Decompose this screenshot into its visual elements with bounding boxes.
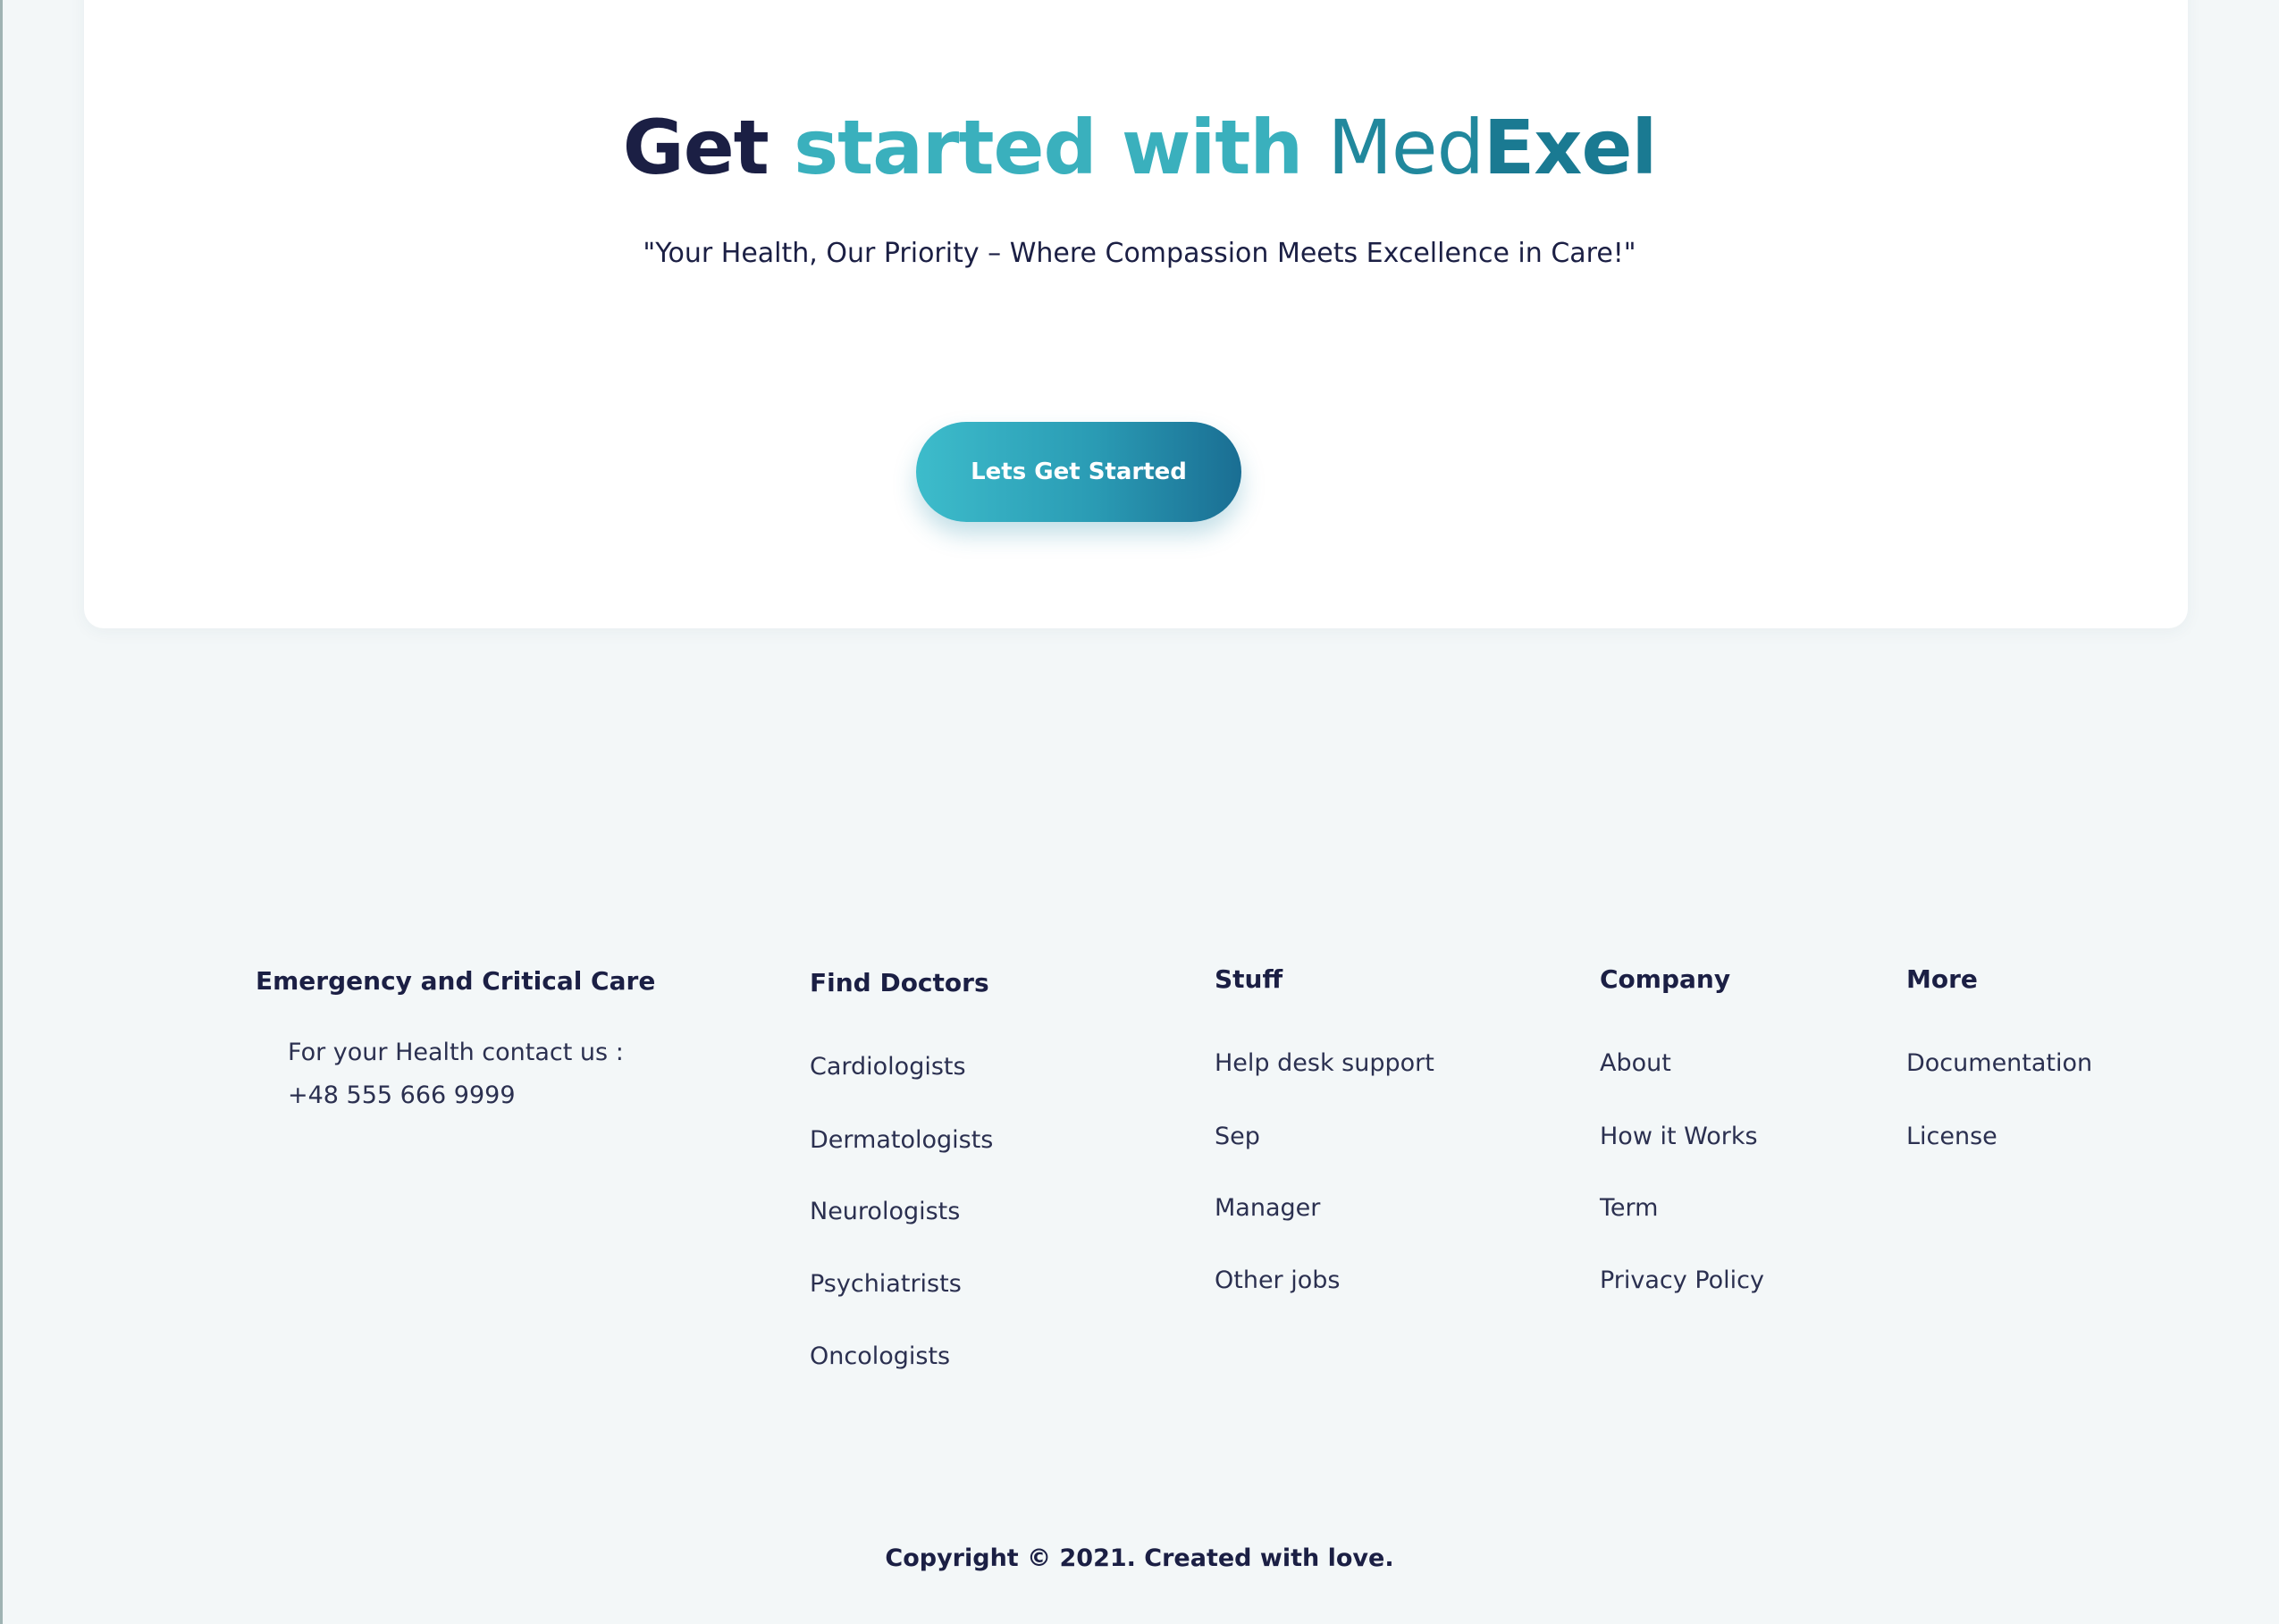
- footer-title-company: Company: [1600, 964, 1731, 994]
- footer-link-text[interactable]: Other jobs: [1215, 1266, 1340, 1294]
- footer-link-term[interactable]: Term: [1600, 1192, 1658, 1224]
- brand-name-exel: Exel: [1483, 104, 1657, 191]
- brand-name-med: Med: [1327, 104, 1484, 191]
- contact-line: For your Health contact us :: [288, 1039, 624, 1066]
- cta-heading: Get started with MedExel: [0, 98, 2279, 197]
- footer-link-text[interactable]: Manager: [1215, 1194, 1320, 1222]
- footer-title-more: More: [1906, 964, 1978, 994]
- footer-link-how-it-works[interactable]: How it Works: [1600, 1121, 1758, 1153]
- get-started-card: [84, 0, 2188, 628]
- footer-link-text[interactable]: Help desk support: [1215, 1049, 1434, 1077]
- footer-column-emergency: Emergency and Critical Care For your Hea…: [256, 965, 656, 1109]
- footer-link-text[interactable]: Dermatologists: [810, 1126, 993, 1154]
- footer-link-text[interactable]: Sep: [1215, 1123, 1260, 1150]
- footer-title-find-doctors: Find Doctors: [810, 968, 989, 997]
- footer-link-about[interactable]: About: [1600, 1048, 1671, 1080]
- footer-link-text[interactable]: License: [1906, 1123, 1997, 1150]
- heading-words-started-with: started with: [794, 104, 1303, 191]
- footer-link-privacy-policy[interactable]: Privacy Policy: [1600, 1265, 1764, 1297]
- footer-column-stuff: Stuff Help desk support Sep Manager Othe…: [1215, 963, 1434, 1294]
- footer-column-company: Company About How it Works Term Privacy …: [1600, 963, 1764, 1294]
- contact-phone: +48 555 666 9999: [288, 1081, 516, 1109]
- footer-link-help-desk-support[interactable]: Help desk support: [1215, 1048, 1434, 1080]
- heading-word-get: Get: [622, 104, 769, 191]
- footer-link-text[interactable]: Term: [1600, 1194, 1658, 1222]
- footer-column-more: More Documentation License: [1906, 963, 2092, 1150]
- footer-title-emergency: Emergency and Critical Care: [256, 966, 656, 996]
- footer-link-oncologists[interactable]: Oncologists: [810, 1341, 950, 1373]
- footer-link-text[interactable]: Oncologists: [810, 1342, 950, 1370]
- footer-link-dermatologists[interactable]: Dermatologists: [810, 1124, 993, 1157]
- footer-link-text[interactable]: Privacy Policy: [1600, 1266, 1764, 1294]
- copyright-notice: Copyright © 2021. Created with love.: [885, 1544, 1394, 1572]
- footer-link-text[interactable]: About: [1600, 1049, 1671, 1077]
- cta-tagline: "Your Health, Our Priority – Where Compa…: [643, 238, 1636, 269]
- footer-link-manager[interactable]: Manager: [1215, 1192, 1320, 1224]
- footer-title-stuff: Stuff: [1215, 964, 1283, 994]
- footer-column-find-doctors: Find Doctors Cardiologists Dermatologist…: [810, 967, 993, 1370]
- footer-link-text[interactable]: Psychiatrists: [810, 1270, 962, 1298]
- footer-link-text[interactable]: Neurologists: [810, 1198, 960, 1225]
- footer-link-cardiologists[interactable]: Cardiologists: [810, 1051, 966, 1083]
- footer-link-sep[interactable]: Sep: [1215, 1121, 1260, 1153]
- footer-link-text[interactable]: Documentation: [1906, 1049, 2092, 1077]
- footer-link-psychiatrists[interactable]: Psychiatrists: [810, 1268, 962, 1300]
- footer-link-text[interactable]: How it Works: [1600, 1123, 1758, 1150]
- footer-link-text[interactable]: Cardiologists: [810, 1053, 966, 1081]
- footer-link-other-jobs[interactable]: Other jobs: [1215, 1265, 1340, 1297]
- footer-link-neurologists[interactable]: Neurologists: [810, 1196, 960, 1228]
- footer-link-documentation[interactable]: Documentation: [1906, 1048, 2092, 1080]
- footer-link-license[interactable]: License: [1906, 1121, 1997, 1153]
- lets-get-started-button[interactable]: Lets Get Started: [916, 422, 1241, 522]
